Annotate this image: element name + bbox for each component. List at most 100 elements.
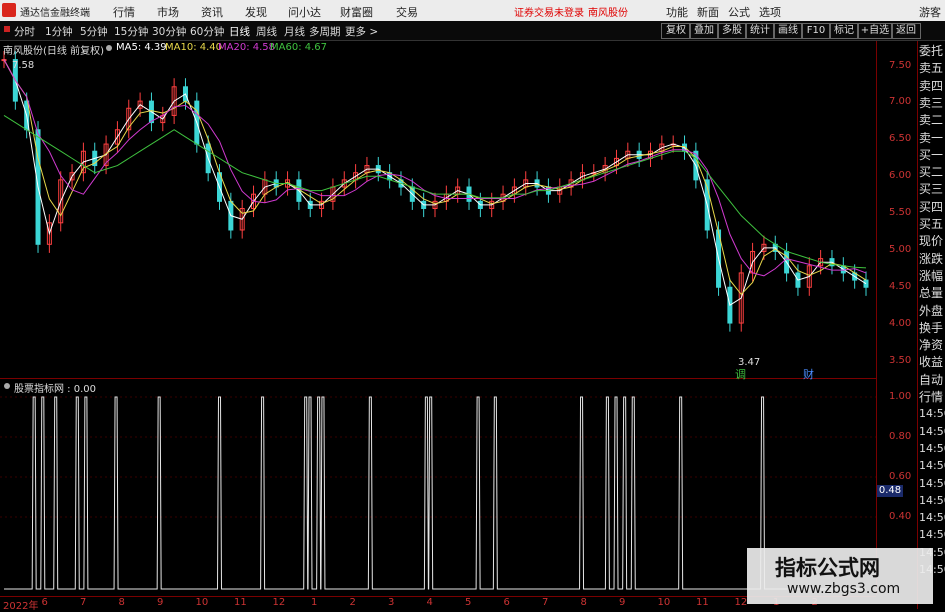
- date-tick: 2: [349, 597, 356, 608]
- side-label[interactable]: 卖五: [919, 61, 943, 75]
- side-label[interactable]: 14:50: [919, 442, 945, 456]
- price-tick: 6.50: [889, 133, 912, 144]
- price-tick: 3.50: [889, 355, 912, 366]
- adjust-button[interactable]: 复权: [661, 23, 691, 39]
- tab-weekly[interactable]: 周线: [256, 24, 277, 39]
- side-label[interactable]: 净资: [919, 338, 943, 352]
- side-label[interactable]: 现价: [919, 234, 943, 248]
- tab-15min[interactable]: 15分钟: [114, 24, 148, 39]
- side-label[interactable]: 外盘: [919, 304, 943, 318]
- date-tick: 8: [580, 597, 587, 608]
- side-label[interactable]: 涨幅: [919, 269, 943, 283]
- kline-chart[interactable]: [0, 41, 876, 378]
- tab-monthly[interactable]: 月线: [284, 24, 305, 39]
- tab-60min[interactable]: 60分钟: [190, 24, 224, 39]
- side-label[interactable]: 卖四: [919, 79, 943, 93]
- tab-daily[interactable]: 日线: [229, 24, 250, 39]
- menu-item-market[interactable]: 市场: [157, 4, 179, 20]
- overlay-button[interactable]: 叠加: [689, 23, 719, 39]
- date-tick: 5: [465, 597, 472, 608]
- watermark-banner: 指标公式网 www.zbgs3.com: [747, 548, 933, 604]
- menu-formula[interactable]: 公式: [728, 4, 750, 20]
- menu-item-wealth[interactable]: 财富圈: [340, 4, 373, 20]
- side-label[interactable]: 买一: [919, 148, 943, 162]
- menu-item-discover[interactable]: 发现: [245, 4, 267, 20]
- menu-new-page[interactable]: 新面: [697, 4, 719, 20]
- chart-title: 南风股份(日线 前复权): [3, 46, 104, 57]
- menu-item-quotes[interactable]: 行情: [113, 4, 135, 20]
- date-tick: 12: [272, 597, 286, 608]
- ma5-line: [3, 59, 867, 306]
- side-label[interactable]: 自动: [919, 373, 943, 387]
- side-label[interactable]: 买二: [919, 165, 943, 179]
- app-title: 通达信金融终端: [20, 8, 90, 19]
- indicator-settings-icon[interactable]: [4, 383, 10, 389]
- f10-button[interactable]: F10: [801, 23, 831, 39]
- side-label[interactable]: 14:50: [919, 494, 945, 508]
- side-label[interactable]: 14:50: [919, 511, 945, 525]
- indicator-tick: 0.60: [889, 471, 912, 482]
- statistics-button[interactable]: 统计: [745, 23, 775, 39]
- login-warning[interactable]: 证券交易未登录: [514, 4, 584, 19]
- indicator-signal-line: [4, 396, 866, 590]
- side-label[interactable]: 买三: [919, 182, 943, 196]
- side-label[interactable]: 14:50: [919, 528, 945, 542]
- tab-flag-icon: [4, 26, 10, 32]
- draw-line-button[interactable]: 画线: [773, 23, 803, 39]
- side-label[interactable]: 卖一: [919, 131, 943, 145]
- menu-bar: 通达信金融终端 行情 市场 资讯 发现 问小达 财富圈 交易 证券交易未登录 南…: [0, 0, 945, 21]
- watermark-url: www.zbgs3.com: [787, 581, 901, 597]
- date-tick: 7: [80, 597, 87, 608]
- kline-chart-panel[interactable]: [0, 41, 877, 379]
- indicator-panel[interactable]: [0, 379, 877, 595]
- ma60-line: [3, 115, 867, 269]
- settings-dot-icon[interactable]: [106, 45, 112, 51]
- tab-1min[interactable]: 1分钟: [45, 24, 73, 39]
- side-label[interactable]: 委托: [919, 44, 943, 58]
- side-label[interactable]: 14:50: [919, 407, 945, 421]
- side-label[interactable]: 收益: [919, 355, 943, 369]
- mark-button[interactable]: 标记: [829, 23, 859, 39]
- price-tick: 6.00: [889, 170, 912, 181]
- app-logo-icon: [2, 3, 16, 17]
- tab-intraday[interactable]: 分时: [14, 24, 35, 39]
- side-label[interactable]: 换手: [919, 321, 943, 335]
- candle-body: [863, 279, 869, 288]
- side-label[interactable]: 买四: [919, 200, 943, 214]
- indicator-chart[interactable]: [0, 379, 876, 595]
- back-button[interactable]: 返回: [891, 23, 921, 39]
- side-label[interactable]: 14:50: [919, 459, 945, 473]
- tab-more[interactable]: 更多 >: [345, 24, 378, 39]
- menu-item-assistant[interactable]: 问小达: [288, 4, 321, 20]
- add-watchlist-button[interactable]: +自选: [857, 23, 893, 39]
- price-tick: 4.50: [889, 281, 912, 292]
- tab-30min[interactable]: 30分钟: [152, 24, 186, 39]
- menu-item-trade[interactable]: 交易: [396, 4, 418, 20]
- multi-stock-button[interactable]: 多股: [717, 23, 747, 39]
- side-label[interactable]: 14:50: [919, 477, 945, 491]
- side-label[interactable]: 涨跌: [919, 252, 943, 266]
- tab-multi-period[interactable]: 多周期: [309, 24, 341, 39]
- indicator-tick: 1.00: [889, 391, 912, 402]
- side-label[interactable]: 14:50: [919, 425, 945, 439]
- side-label[interactable]: 卖三: [919, 96, 943, 110]
- date-tick: 10: [657, 597, 671, 608]
- side-label[interactable]: 行情: [919, 390, 943, 404]
- tab-5min[interactable]: 5分钟: [80, 24, 108, 39]
- price-tick: 5.50: [889, 207, 912, 218]
- indicator-tick: 0.80: [889, 431, 912, 442]
- menu-options[interactable]: 选项: [759, 4, 781, 20]
- side-label[interactable]: 总量: [919, 286, 943, 300]
- menu-item-news[interactable]: 资讯: [201, 4, 223, 20]
- price-axis: 7.50 7.00 6.50 6.00 5.50 5.00 4.50 4.00 …: [877, 41, 917, 378]
- menu-function[interactable]: 功能: [666, 4, 688, 20]
- date-tick: 7: [542, 597, 549, 608]
- stock-name-title: 南风股份: [588, 8, 628, 19]
- date-tick: 11: [696, 597, 709, 608]
- ma10-line: [3, 59, 867, 296]
- user-label[interactable]: 游客: [919, 4, 941, 20]
- side-label[interactable]: 买五: [919, 217, 943, 231]
- price-tick: 5.00: [889, 244, 912, 255]
- date-tick: 2022年: [3, 601, 39, 612]
- side-label[interactable]: 卖二: [919, 113, 943, 127]
